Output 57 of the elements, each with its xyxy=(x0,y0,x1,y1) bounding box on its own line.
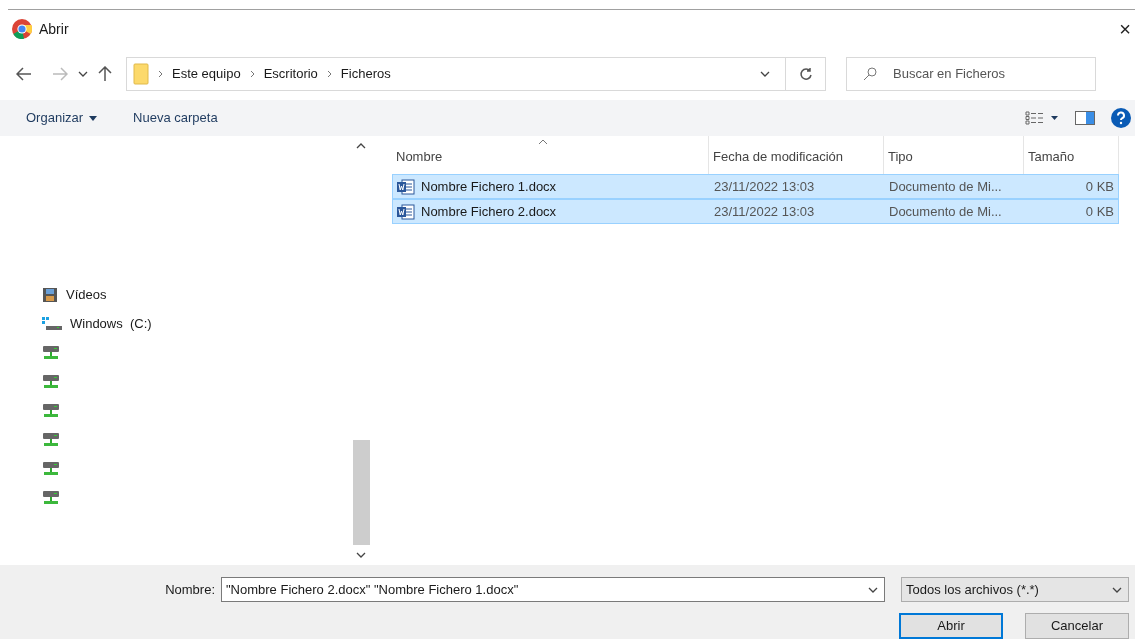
network-drive-icon xyxy=(42,431,60,448)
view-options-icon[interactable] xyxy=(1025,111,1059,125)
chevron-right-icon xyxy=(249,70,255,78)
search-field[interactable]: Buscar en Ficheros xyxy=(846,57,1096,91)
window-title: Abrir xyxy=(39,19,69,39)
scroll-down-icon xyxy=(356,552,366,558)
word-document-icon xyxy=(397,178,415,195)
date-cell-text: 23/11/2022 13:03 xyxy=(713,177,816,196)
caret-icon xyxy=(89,115,98,121)
file-name: Nombre Fichero 2.docx xyxy=(421,202,557,221)
breadcrumb-item[interactable]: Escritorio xyxy=(263,64,318,84)
drive-icon xyxy=(42,316,62,331)
type-cell-text: Documento de Mi... xyxy=(888,202,1003,221)
word-document-icon xyxy=(397,203,415,220)
close-button[interactable]: × xyxy=(1119,19,1131,39)
chevron-right-icon xyxy=(158,70,163,78)
film-icon xyxy=(42,286,58,303)
browser-logo-icon xyxy=(12,19,32,39)
dropdown-icon xyxy=(1112,586,1122,593)
open-button[interactable]: Abrir xyxy=(899,613,1003,639)
scrollbar-thumb[interactable] xyxy=(352,440,370,545)
dropdown-icon xyxy=(760,71,770,77)
size-cell-text: 0 KB xyxy=(1084,202,1115,221)
network-drive-icon xyxy=(42,344,60,361)
chevron-right-icon xyxy=(326,70,332,78)
network-drive-icon xyxy=(42,460,60,477)
network-drive-icon xyxy=(42,489,60,506)
sidebar-item[interactable]: Vídeos xyxy=(42,286,352,303)
network-drive-icon xyxy=(42,402,60,419)
name-label: Nombre: xyxy=(165,580,215,599)
file-name: Nombre Fichero 1.docx xyxy=(421,177,557,196)
forward-arrow-icon[interactable] xyxy=(52,67,68,81)
help-icon[interactable] xyxy=(1111,108,1131,128)
type-cell-text: Documento de Mi... xyxy=(888,177,1003,196)
back-arrow-icon[interactable] xyxy=(16,67,32,81)
breadcrumb-item[interactable]: Ficheros xyxy=(340,64,391,84)
cancel-button[interactable]: Cancelar xyxy=(1025,613,1129,639)
folder-icon xyxy=(133,63,149,85)
organize-menu[interactable]: Organizar xyxy=(26,108,98,128)
refresh-icon xyxy=(798,67,813,81)
size-cell-text: 0 KB xyxy=(1084,177,1115,196)
file-type-dropdown[interactable]: Todos los archivos (*.*) xyxy=(901,577,1129,602)
sidebar-item[interactable]: Windows (C:) xyxy=(42,315,352,332)
date-cell-text: 23/11/2022 13:03 xyxy=(713,202,816,221)
file-row[interactable]: Nombre Fichero 2.docx 23/11/2022 13:03 Documento de Mi... 0 KB xyxy=(392,199,1119,224)
search-icon xyxy=(863,67,877,81)
preview-pane-icon[interactable] xyxy=(1075,111,1095,125)
recent-locations-icon xyxy=(78,71,88,77)
new-folder-button[interactable]: Nueva carpeta xyxy=(133,108,218,128)
breadcrumb-item[interactable]: Este equipo xyxy=(172,64,241,84)
scroll-up-icon[interactable] xyxy=(356,143,366,149)
file-name-field[interactable]: "Nombre Fichero 2.docx" "Nombre Fichero 1.docx" xyxy=(221,577,885,602)
address-bar[interactable]: Este equipo Escritorio Ficheros xyxy=(126,57,826,91)
file-row[interactable]: Nombre Fichero 1.docx 23/11/2022 13:03 Documento de Mi... 0 KB xyxy=(392,174,1119,199)
up-arrow-icon[interactable] xyxy=(98,66,112,82)
network-drive-icon xyxy=(42,373,60,390)
dropdown-icon xyxy=(868,586,878,593)
